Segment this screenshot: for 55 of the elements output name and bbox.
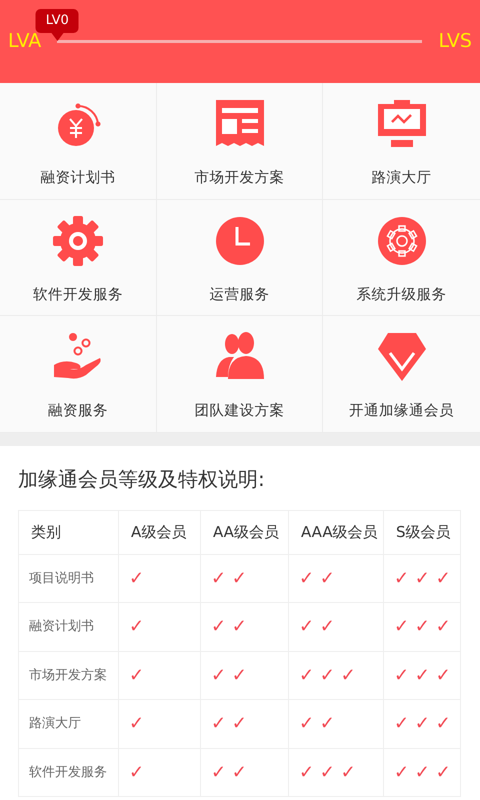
- diamond-icon: [376, 331, 428, 383]
- check-marks: ✓ ✓ ✓: [394, 762, 451, 783]
- monitor-icon: [376, 98, 428, 150]
- service-tile[interactable]: 路演大厅: [323, 83, 480, 200]
- check-marks: ✓ ✓: [211, 616, 247, 638]
- category-label: 市场开发方案: [29, 668, 107, 682]
- check-marks: ✓ ✓: [211, 762, 247, 783]
- check-marks: ✓: [129, 762, 144, 783]
- column-header: A级会员: [118, 510, 200, 554]
- service-label: 团队建设方案: [194, 402, 284, 421]
- check-marks: ✓: [129, 568, 144, 589]
- service-tile[interactable]: 软件开发服务: [0, 200, 157, 316]
- gear-icon: [52, 214, 104, 266]
- service-label: 开通加缘通会员: [349, 402, 454, 421]
- column-header: S级会员: [384, 510, 460, 554]
- category-label: 路演大厅: [29, 716, 81, 731]
- service-tile[interactable]: 融资服务: [0, 316, 157, 432]
- check-marks: ✓ ✓ ✓: [394, 616, 451, 638]
- check-marks: ✓: [129, 664, 144, 686]
- category-label: 软件开发服务: [29, 764, 107, 780]
- column-header: AAA级会员: [288, 510, 384, 554]
- service-tile[interactable]: 开通加缘通会员: [323, 316, 480, 432]
- service-tile[interactable]: 市场开发方案: [157, 83, 323, 200]
- service-label: 软件开发服务: [33, 286, 123, 304]
- check-marks: ✓ ✓: [299, 713, 335, 734]
- clock-icon: [214, 214, 266, 266]
- category-label: 项目说明书: [29, 570, 94, 586]
- check-marks: ✓ ✓ ✓: [394, 664, 451, 686]
- level-label: LVS: [438, 32, 472, 51]
- service-tile[interactable]: 融资计划书: [0, 83, 157, 200]
- column-header: AA级会员: [200, 510, 288, 554]
- service-label: 系统升级服务: [356, 286, 446, 304]
- check-marks: ✓: [129, 713, 144, 734]
- service-tile[interactable]: 运营服务: [157, 200, 323, 316]
- service-tile[interactable]: 系统升级服务: [323, 200, 480, 316]
- check-marks: ✓ ✓: [211, 713, 247, 734]
- check-marks: ✓ ✓ ✓: [394, 713, 451, 734]
- gear-icon: [376, 214, 428, 266]
- service-label: 运营服务: [210, 286, 270, 304]
- service-label: 融资服务: [48, 402, 108, 421]
- section-title: 加缘通会员等级及特权说明:: [17, 466, 266, 492]
- check-marks: ✓ ✓ ✓: [299, 762, 356, 783]
- column-header: 类别: [18, 510, 118, 554]
- check-marks: ✓ ✓: [299, 568, 335, 589]
- service-tile[interactable]: 团队建设方案: [157, 316, 323, 432]
- check-marks: ✓ ✓ ✓: [299, 664, 356, 686]
- check-marks: ✓ ✓: [299, 616, 335, 638]
- check-marks: ✓ ✓: [211, 664, 247, 686]
- check-marks: ✓ ✓ ✓: [394, 568, 451, 589]
- service-label: 路演大厅: [372, 168, 432, 188]
- service-label: 融资计划书: [40, 169, 116, 188]
- check-marks: ✓: [129, 616, 144, 638]
- category-label: 融资计划书: [29, 619, 94, 634]
- check-marks: ✓ ✓: [211, 568, 247, 589]
- service-label: 市场开发方案: [194, 168, 284, 188]
